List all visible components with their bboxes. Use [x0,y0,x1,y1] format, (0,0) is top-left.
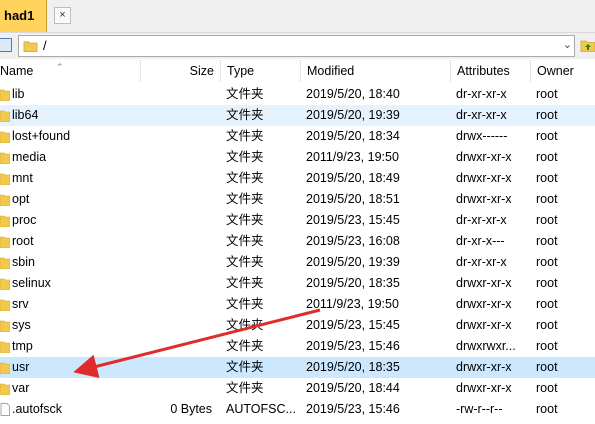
annotation-arrow [73,308,321,378]
